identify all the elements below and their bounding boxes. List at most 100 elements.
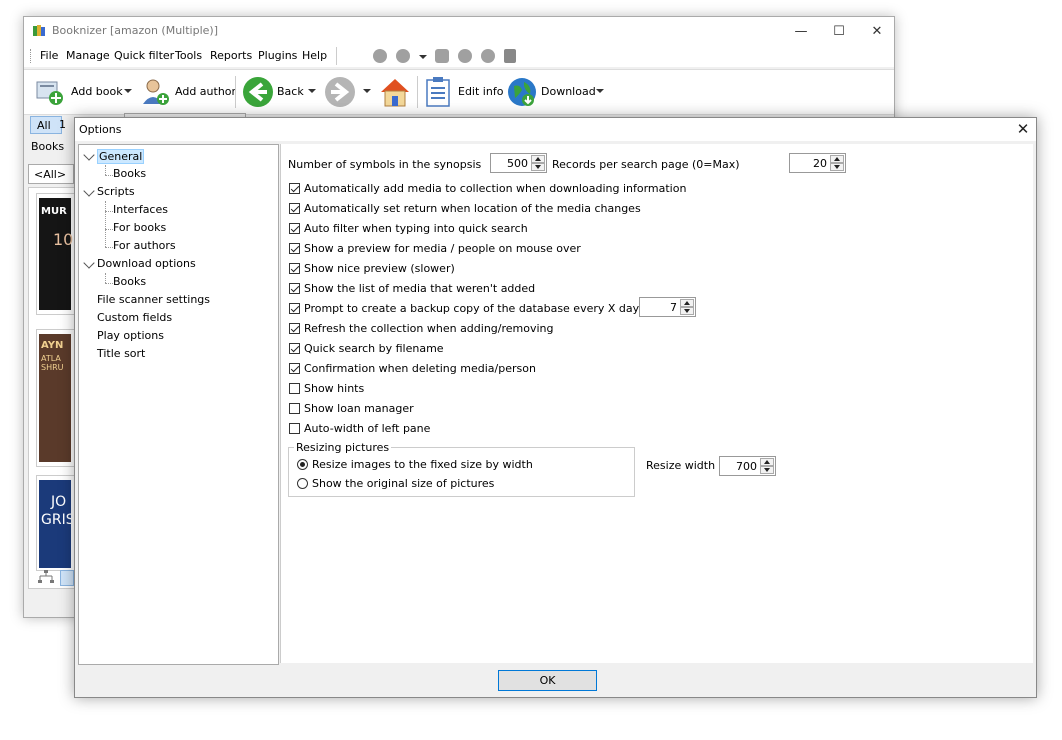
grid-view-icon[interactable]: [60, 570, 74, 586]
checkbox-auto-width-label[interactable]: Auto-width of left pane: [304, 422, 430, 435]
edit-info-label[interactable]: Edit info: [458, 85, 503, 98]
books-tab[interactable]: Books: [31, 140, 64, 153]
download-globe-icon[interactable]: [506, 76, 538, 108]
checkbox-refresh-collection[interactable]: [289, 323, 300, 334]
filter-tab-all[interactable]: All: [30, 116, 62, 134]
menu-help[interactable]: Help: [302, 49, 327, 62]
checkbox-confirm-delete[interactable]: [289, 363, 300, 374]
back-arrow-icon[interactable]: [242, 76, 274, 108]
records-spinner[interactable]: 20: [789, 153, 846, 173]
book-cover-1[interactable]: MUR 10: [36, 193, 76, 315]
record-stop-icon[interactable]: [481, 49, 495, 63]
all-filter-field[interactable]: <All>: [28, 164, 74, 184]
filter-tab-1[interactable]: 1: [59, 118, 66, 131]
rewind-icon[interactable]: [373, 49, 387, 63]
menu-reports[interactable]: Reports: [210, 49, 252, 62]
resize-width-spinner[interactable]: 700: [719, 456, 776, 476]
add-author-icon[interactable]: [140, 76, 172, 108]
checkbox-quick-search-filename-label[interactable]: Quick search by filename: [304, 342, 444, 355]
back-label[interactable]: Back: [277, 85, 304, 98]
tree-expand-scripts-icon[interactable]: [83, 185, 95, 197]
checkbox-auto-width[interactable]: [289, 423, 300, 434]
add-book-label[interactable]: Add book: [71, 85, 123, 98]
tree-item-for-authors[interactable]: For authors: [113, 239, 176, 252]
menu-quick-filter[interactable]: Quick filter: [114, 49, 174, 62]
add-author-label[interactable]: Add author: [175, 85, 236, 98]
tree-item-general-books[interactable]: Books: [113, 167, 146, 180]
tree-item-custom-fields[interactable]: Custom fields: [97, 311, 172, 324]
tree-item-download-options[interactable]: Download options: [97, 257, 196, 270]
ok-button[interactable]: OK: [498, 670, 597, 691]
play-dropdown-icon[interactable]: [419, 55, 427, 59]
checkbox-auto-set-return[interactable]: [289, 203, 300, 214]
menu-manage[interactable]: Manage: [66, 49, 110, 62]
maximize-button[interactable]: ☐: [820, 17, 858, 45]
checkbox-backup-prompt-label[interactable]: Prompt to create a backup copy of the da…: [304, 302, 649, 315]
menu-file[interactable]: File: [40, 49, 58, 62]
home-icon[interactable]: [378, 75, 412, 109]
fast-forward-icon[interactable]: [458, 49, 472, 63]
checkbox-show-hints-label[interactable]: Show hints: [304, 382, 364, 395]
menu-plugins[interactable]: Plugins: [258, 49, 297, 62]
checkbox-not-added-list-label[interactable]: Show the list of media that weren't adde…: [304, 282, 535, 295]
checkbox-backup-prompt[interactable]: [289, 303, 300, 314]
checkbox-show-preview[interactable]: [289, 243, 300, 254]
checkbox-auto-add-media[interactable]: [289, 183, 300, 194]
spin-down-icon[interactable]: [830, 163, 844, 171]
synopsis-spinner[interactable]: 500: [490, 153, 547, 173]
backup-days-spinner[interactable]: 7: [639, 297, 696, 317]
book-cover-2[interactable]: AYN ATLA SHRU: [36, 329, 76, 467]
spin-up-icon[interactable]: [830, 155, 844, 163]
back-dropdown-icon[interactable]: [308, 89, 316, 93]
tree-expand-general-icon[interactable]: [83, 149, 95, 161]
play-icon[interactable]: [396, 49, 410, 63]
forward-dropdown-icon[interactable]: [363, 89, 371, 93]
edit-info-icon[interactable]: [424, 76, 454, 108]
checkbox-confirm-delete-label[interactable]: Confirmation when deleting media/person: [304, 362, 536, 375]
checkbox-loan-manager[interactable]: [289, 403, 300, 414]
tree-item-play-options[interactable]: Play options: [97, 329, 164, 342]
tree-expand-download-icon[interactable]: [83, 257, 95, 269]
checkbox-auto-add-media-label[interactable]: Automatically add media to collection wh…: [304, 182, 686, 195]
stop-icon[interactable]: [435, 49, 449, 63]
close-main-button[interactable]: ✕: [858, 17, 896, 45]
spin-down-icon[interactable]: [760, 466, 774, 474]
spin-down-icon[interactable]: [531, 163, 545, 171]
spin-up-icon[interactable]: [531, 155, 545, 163]
dialog-close-icon[interactable]: ✕: [1013, 119, 1033, 139]
tree-item-scripts[interactable]: Scripts: [97, 185, 135, 198]
radio-resize-fixed-width[interactable]: [297, 459, 308, 470]
checkbox-loan-manager-label[interactable]: Show loan manager: [304, 402, 414, 415]
radio-resize-fixed-width-label[interactable]: Resize images to the fixed size by width: [312, 458, 533, 471]
checkbox-nice-preview[interactable]: [289, 263, 300, 274]
checkbox-refresh-collection-label[interactable]: Refresh the collection when adding/remov…: [304, 322, 554, 335]
add-book-icon[interactable]: [34, 76, 66, 108]
download-label[interactable]: Download: [541, 85, 596, 98]
checkbox-nice-preview-label[interactable]: Show nice preview (slower): [304, 262, 455, 275]
download-dropdown-icon[interactable]: [596, 89, 604, 93]
checkbox-not-added-list[interactable]: [289, 283, 300, 294]
tree-item-file-scanner[interactable]: File scanner settings: [97, 293, 210, 306]
forward-arrow-icon[interactable]: [324, 76, 356, 108]
checkbox-auto-set-return-label[interactable]: Automatically set return when location o…: [304, 202, 641, 215]
checkbox-show-hints[interactable]: [289, 383, 300, 394]
book-cover-3[interactable]: JO GRIS: [36, 475, 76, 571]
radio-original-size-label[interactable]: Show the original size of pictures: [312, 477, 494, 490]
checkbox-quick-search-filename[interactable]: [289, 343, 300, 354]
tree-item-interfaces[interactable]: Interfaces: [113, 203, 168, 216]
speaker-icon[interactable]: [504, 49, 516, 63]
spin-up-icon[interactable]: [680, 299, 694, 307]
spin-down-icon[interactable]: [680, 307, 694, 315]
minimize-button[interactable]: —: [782, 17, 820, 45]
tree-item-download-books[interactable]: Books: [113, 275, 146, 288]
checkbox-show-preview-label[interactable]: Show a preview for media / people on mou…: [304, 242, 581, 255]
tree-item-title-sort[interactable]: Title sort: [97, 347, 145, 360]
checkbox-auto-filter-label[interactable]: Auto filter when typing into quick searc…: [304, 222, 528, 235]
add-book-dropdown-icon[interactable]: [124, 89, 132, 93]
tree-item-general[interactable]: General: [97, 149, 145, 164]
radio-original-size[interactable]: [297, 478, 308, 489]
tree-item-for-books[interactable]: For books: [113, 221, 166, 234]
spin-up-icon[interactable]: [760, 458, 774, 466]
menu-tools[interactable]: Tools: [175, 49, 202, 62]
tree-view-icon[interactable]: [38, 570, 56, 584]
